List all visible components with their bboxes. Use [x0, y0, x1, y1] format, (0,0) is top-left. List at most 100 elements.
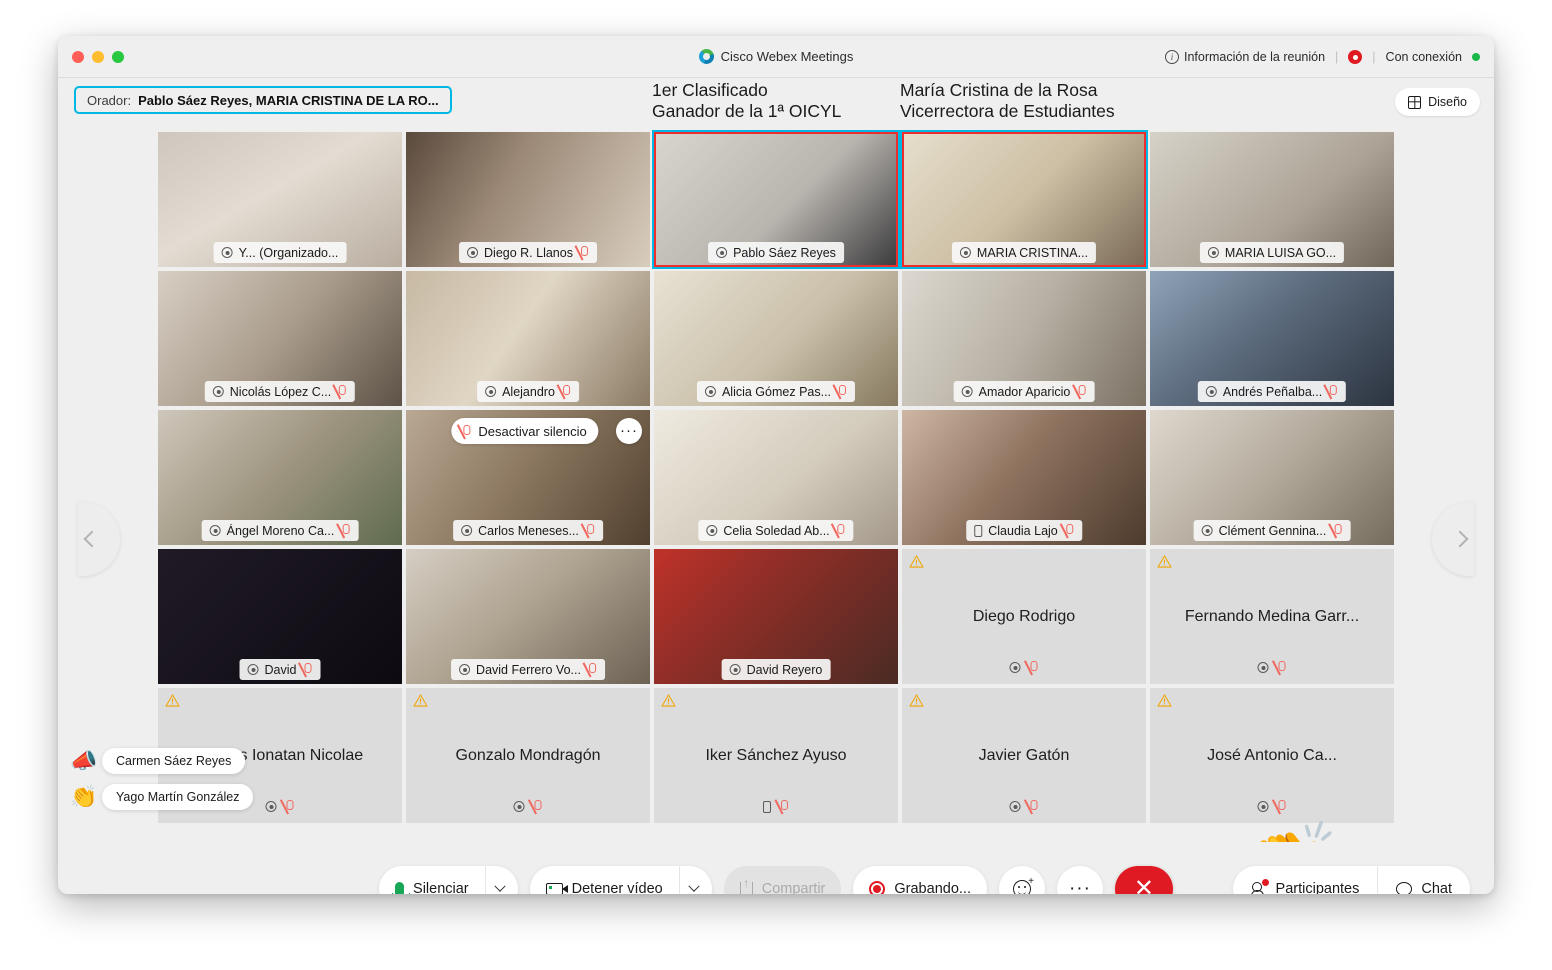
- participant-tile[interactable]: Celia Soledad Ab...: [652, 408, 900, 547]
- participant-tile[interactable]: Clément Gennina...: [1148, 408, 1396, 547]
- participant-name-badge: Clément Gennina...: [1193, 520, 1351, 541]
- next-page-button[interactable]: [1432, 502, 1474, 576]
- participant-name: Iker Sánchez Ayuso: [705, 746, 847, 764]
- participant-name-badge: Alicia Gómez Pas...: [696, 381, 856, 402]
- warning-icon: [909, 555, 924, 568]
- unmute-participant-button[interactable]: Desactivar silencio: [451, 418, 599, 444]
- annotation-vicerrectora: María Cristina de la Rosa Vicerrectora d…: [900, 80, 1115, 121]
- participant-name-badge: Pablo Sáez Reyes: [708, 242, 844, 263]
- muted-microphone-icon: [533, 800, 543, 813]
- active-speaker-chip: Orador: Pablo Sáez Reyes, MARIA CRISTINA…: [74, 86, 452, 114]
- mute-options-dropdown[interactable]: [484, 866, 518, 894]
- camera-icon: [545, 883, 568, 894]
- participant-name: José Antonio Ca...: [1207, 746, 1337, 764]
- muted-microphone-icon: [302, 663, 312, 676]
- more-options-button[interactable]: ···: [1056, 866, 1103, 894]
- participant-tile[interactable]: Nicolás López C...: [156, 269, 404, 408]
- recording-indicator-icon[interactable]: [1348, 50, 1363, 64]
- participant-tile[interactable]: Alejandro: [404, 269, 652, 408]
- participant-tile[interactable]: Pablo Sáez Reyes: [652, 130, 900, 269]
- headset-audio-icon: [265, 801, 277, 812]
- participant-tile[interactable]: Claudia Lajo: [900, 408, 1148, 547]
- participant-tile[interactable]: Ángel Moreno Ca...: [156, 408, 404, 547]
- mute-button-label: Silenciar: [413, 881, 469, 894]
- participant-name-badge: Alejandro: [477, 381, 579, 402]
- participant-name: Celia Soledad Ab...: [723, 523, 830, 538]
- participant-status-icons: [1009, 800, 1039, 813]
- participant-tile[interactable]: Javier Gatón: [900, 686, 1148, 825]
- participant-name: Claudia Lajo: [988, 523, 1058, 538]
- participant-status-icons: [265, 800, 295, 813]
- tile-more-options-button[interactable]: ···: [616, 418, 642, 444]
- stop-video-button[interactable]: Detener vídeo: [529, 866, 712, 894]
- info-icon: i: [1164, 50, 1179, 64]
- participants-icon: [1250, 879, 1269, 894]
- participant-name: David: [264, 662, 297, 677]
- headset-audio-icon: [729, 664, 741, 675]
- participant-status-icons: [1257, 661, 1287, 674]
- headset-audio-icon: [1009, 801, 1021, 812]
- participant-name: MARIA CRISTINA...: [976, 245, 1089, 260]
- participant-name-badge: David Ferrero Vo...: [451, 659, 605, 680]
- connection-status-label: Con conexión: [1385, 50, 1462, 64]
- participant-name: Gonzalo Mondragón: [455, 746, 601, 764]
- reaction-notifications: 📣 Carmen Sáez Reyes 👏 Yago Martín González: [70, 748, 254, 820]
- reaction-notification: 📣 Carmen Sáez Reyes: [70, 748, 253, 774]
- headset-audio-icon: [706, 525, 718, 536]
- window-controls[interactable]: [72, 50, 124, 63]
- layout-button[interactable]: Diseño: [1395, 88, 1480, 116]
- previous-page-button[interactable]: [78, 502, 120, 576]
- reactions-button[interactable]: +: [998, 866, 1045, 894]
- webex-window: Cisco Webex Meetings i Información de la…: [58, 36, 1494, 894]
- speaker-names: Pablo Sáez Reyes, MARIA CRISTINA DE LA R…: [138, 92, 439, 108]
- headset-audio-icon: [1207, 247, 1219, 258]
- participant-tile[interactable]: David: [156, 547, 404, 686]
- participant-tile[interactable]: MARIA CRISTINA...: [900, 130, 1148, 269]
- warning-icon: [1157, 555, 1172, 568]
- participant-name: Fernando Medina Garr...: [1184, 607, 1360, 625]
- stop-video-button-label: Detener vídeo: [571, 881, 663, 894]
- participant-tile[interactable]: Andrés Peñalba...: [1148, 269, 1396, 408]
- participant-grid: Y... (Organizado... Diego R. Llanos Pablo …: [156, 130, 1396, 825]
- unmute-participant-label: Desactivar silencio: [478, 423, 587, 439]
- title-bar-right: i Información de la reunión | | Con cone…: [1164, 36, 1480, 78]
- participant-tile[interactable]: David Ferrero Vo...: [404, 547, 652, 686]
- plus-icon: +: [1028, 876, 1034, 887]
- participant-tile[interactable]: Fernando Medina Garr...: [1148, 547, 1396, 686]
- meeting-info-button[interactable]: i Información de la reunión: [1164, 50, 1325, 64]
- participant-tile[interactable]: Alicia Gómez Pas...: [652, 269, 900, 408]
- participant-status-icons: [1257, 800, 1287, 813]
- reaction-notification: 👏 Yago Martín González: [70, 784, 254, 810]
- leave-meeting-button[interactable]: ✕: [1114, 866, 1173, 894]
- headset-audio-icon: [467, 247, 479, 258]
- chat-button[interactable]: Chat: [1377, 866, 1470, 894]
- participant-name: Nicolás López C...: [229, 384, 332, 399]
- participant-tile[interactable]: Amador Aparicio: [900, 269, 1148, 408]
- microphone-icon: [391, 881, 410, 894]
- maximize-window-button[interactable]: [112, 50, 124, 63]
- participant-tile[interactable]: MARIA LUISA GO...: [1148, 130, 1396, 269]
- headset-audio-icon: [1009, 662, 1021, 673]
- participant-tile[interactable]: Diego Rodrigo: [900, 547, 1148, 686]
- participant-name: Amador Aparicio: [978, 384, 1071, 399]
- reaction-sender-name: Carmen Sáez Reyes: [102, 748, 246, 774]
- participant-tile[interactable]: Y... (Organizado...: [156, 130, 404, 269]
- muted-microphone-icon: [340, 524, 350, 537]
- participant-tile[interactable]: Iker Sánchez Ayuso: [652, 686, 900, 825]
- recording-button[interactable]: Grabando...: [853, 866, 987, 894]
- muted-microphone-icon: [1277, 800, 1287, 813]
- close-window-button[interactable]: [72, 50, 84, 63]
- muted-microphone-icon: [1277, 661, 1287, 674]
- participant-tile[interactable]: Desactivar silencio ··· Carlos Meneses...: [404, 408, 652, 547]
- headset-audio-icon: [1201, 525, 1213, 536]
- participant-tile[interactable]: José Antonio Ca...: [1148, 686, 1396, 825]
- participants-button[interactable]: Participantes: [1233, 866, 1378, 894]
- smiley-icon: +: [1012, 876, 1034, 894]
- video-options-dropdown[interactable]: [678, 866, 712, 894]
- participant-tile[interactable]: David Reyero: [652, 547, 900, 686]
- participant-tile[interactable]: Diego R. Llanos: [404, 130, 652, 269]
- participant-name-badge: Celia Soledad Ab...: [698, 520, 854, 541]
- minimize-window-button[interactable]: [92, 50, 104, 63]
- participant-tile[interactable]: Gonzalo Mondragón: [404, 686, 652, 825]
- mute-button[interactable]: Silenciar: [379, 866, 518, 894]
